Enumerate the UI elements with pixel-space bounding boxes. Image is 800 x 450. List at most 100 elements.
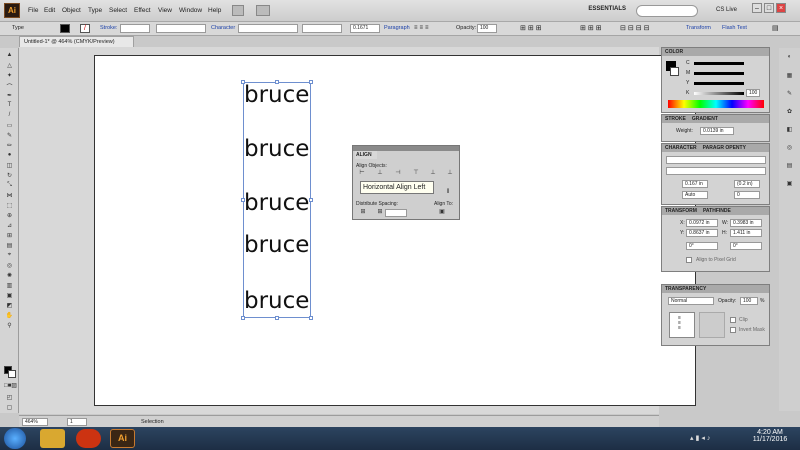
- zoom-field[interactable]: 464%: [22, 418, 48, 426]
- vertical-align-center-icon[interactable]: ⊥: [428, 169, 438, 178]
- rotate-tool-icon[interactable]: ↻: [4, 172, 15, 181]
- magic-wand-tool-icon[interactable]: ✦: [4, 72, 15, 81]
- workspace-switcher[interactable]: ESSENTIALS: [578, 6, 626, 17]
- selection-tool-icon[interactable]: ▲: [4, 52, 15, 61]
- mask-thumbnail[interactable]: [699, 312, 725, 338]
- artboard[interactable]: [94, 55, 696, 406]
- distribute-vertical-space-icon[interactable]: ⊞: [358, 208, 368, 217]
- eraser-tool-icon[interactable]: ◫: [4, 162, 15, 171]
- stroke-color-icon[interactable]: [670, 67, 679, 76]
- opacity-field[interactable]: 100: [740, 297, 758, 305]
- distribute-buttons[interactable]: ⊞⊞⊞: [580, 24, 620, 34]
- zoom-tool-icon[interactable]: ⚲: [4, 322, 15, 331]
- color-spectrum[interactable]: [668, 100, 764, 108]
- variable-width-field[interactable]: [156, 24, 206, 33]
- menu-window[interactable]: Window: [179, 7, 202, 14]
- w-field[interactable]: 0.3983 in: [730, 219, 762, 227]
- graphic-styles-icon[interactable]: ◧: [784, 126, 795, 135]
- stroke-swatch[interactable]: /: [80, 24, 90, 33]
- document-tab[interactable]: Untitled-1* @ 464% (CMYK/Preview): [19, 36, 134, 47]
- font-family-field[interactable]: [238, 24, 298, 33]
- transparency-title[interactable]: TRANSPARENCY: [662, 285, 769, 293]
- menu-file[interactable]: File: [28, 7, 38, 14]
- menu-type[interactable]: Type: [88, 7, 102, 14]
- pen-tool-icon[interactable]: ✒: [4, 92, 15, 101]
- drawing-mode-icon[interactable]: ◰: [4, 394, 15, 403]
- menu-view[interactable]: View: [158, 7, 172, 14]
- layers-icon[interactable]: ▤: [784, 162, 795, 171]
- y-field[interactable]: 0.8637 in: [686, 229, 718, 237]
- h-field[interactable]: 1.411 in: [730, 229, 762, 237]
- black-slider[interactable]: [694, 92, 744, 95]
- horizontal-align-left-icon[interactable]: ⊢: [357, 169, 367, 178]
- artboard-tool-icon[interactable]: ▣: [4, 292, 15, 301]
- paragraph-link[interactable]: Paragraph: [384, 25, 410, 31]
- perspective-grid-tool-icon[interactable]: ⊿: [4, 222, 15, 231]
- x-field[interactable]: 0.0972 in: [686, 219, 718, 227]
- resize-handle[interactable]: [309, 80, 313, 84]
- tracking-field[interactable]: 0: [734, 191, 760, 199]
- align-tab[interactable]: ALIGN: [355, 151, 377, 159]
- resize-handle[interactable]: [309, 198, 313, 202]
- horizontal-align-center-icon[interactable]: ⊥: [375, 169, 385, 178]
- start-button[interactable]: [4, 428, 26, 449]
- resize-handle[interactable]: [241, 80, 245, 84]
- stroke-weight-field[interactable]: [120, 24, 150, 33]
- menu-effect[interactable]: Effect: [134, 7, 151, 14]
- kerning-field[interactable]: Auto: [682, 191, 708, 199]
- gradient-tool-icon[interactable]: ▤: [4, 242, 15, 251]
- clip-checkbox[interactable]: [730, 317, 736, 323]
- font-size-field[interactable]: 0.167 in: [682, 180, 708, 188]
- weight-field[interactable]: 0.0139 in: [700, 127, 734, 135]
- close-icon[interactable]: ×: [776, 3, 786, 13]
- resize-handle[interactable]: [275, 80, 279, 84]
- paintbrush-tool-icon[interactable]: ✎: [4, 132, 15, 141]
- eyedropper-tool-icon[interactable]: ⌖: [4, 252, 15, 261]
- blend-mode-select[interactable]: Normal: [668, 297, 714, 305]
- shear-field[interactable]: 0°: [730, 242, 762, 250]
- shape-builder-tool-icon[interactable]: ⊕: [4, 212, 15, 221]
- free-transform-tool-icon[interactable]: ⬚: [4, 202, 15, 211]
- character-tab[interactable]: CHARACTER: [665, 145, 697, 151]
- vertical-align-top-icon[interactable]: ⊤: [411, 169, 421, 178]
- align-to-selection-icon[interactable]: ▣: [437, 208, 447, 217]
- selection-bounding-box[interactable]: [243, 82, 311, 318]
- file-explorer-icon[interactable]: [40, 429, 65, 448]
- leading-field[interactable]: (0.2 in): [734, 180, 760, 188]
- vertical-align-bottom-icon[interactable]: ⊥: [445, 169, 455, 178]
- blend-tool-icon[interactable]: ◎: [4, 262, 15, 271]
- resize-handle[interactable]: [241, 198, 245, 202]
- transform-tab[interactable]: TRANSFORM: [665, 208, 697, 214]
- width-tool-icon[interactable]: ⋈: [4, 192, 15, 201]
- character-link[interactable]: Character: [211, 25, 235, 31]
- magenta-slider[interactable]: [694, 72, 744, 75]
- more-align-buttons[interactable]: ⊟⊟⊟⊟: [620, 24, 680, 34]
- brushes-icon[interactable]: ✎: [784, 90, 795, 99]
- font-size-field[interactable]: 0.1671: [350, 24, 380, 33]
- cyan-slider[interactable]: [694, 62, 744, 65]
- yellow-slider[interactable]: [694, 82, 744, 85]
- appearance-icon[interactable]: ◎: [784, 144, 795, 153]
- clock[interactable]: 4:20 AM 11/17/2016: [740, 429, 800, 443]
- restore-icon[interactable]: □: [764, 3, 774, 13]
- mesh-tool-icon[interactable]: ⊞: [4, 232, 15, 241]
- opera-browser-icon[interactable]: [76, 429, 101, 448]
- lasso-tool-icon[interactable]: ⌒: [4, 82, 15, 91]
- color-mode-icons[interactable]: □■▨: [4, 382, 17, 391]
- slice-tool-icon[interactable]: ◩: [4, 302, 15, 311]
- search-input[interactable]: [636, 5, 698, 17]
- swatches-icon[interactable]: ▦: [784, 72, 795, 81]
- menu-help[interactable]: Help: [208, 7, 221, 14]
- cs-live[interactable]: CS Live: [716, 7, 737, 13]
- bridge-icon[interactable]: [232, 5, 244, 16]
- resize-handle[interactable]: [309, 316, 313, 320]
- font-style-field[interactable]: [666, 167, 766, 175]
- distribute-horizontal-space-icon[interactable]: ⊞: [375, 208, 385, 217]
- resize-handle[interactable]: [241, 316, 245, 320]
- fill-swatch[interactable]: [60, 24, 70, 33]
- pathfinder-tab[interactable]: PATHFINDE: [703, 208, 731, 214]
- hand-tool-icon[interactable]: ✋: [4, 312, 15, 321]
- symbol-sprayer-tool-icon[interactable]: ✺: [4, 272, 15, 281]
- menu-edit[interactable]: Edit: [44, 7, 55, 14]
- paragraph-opentype-tab[interactable]: PARAGR OPENTY: [703, 145, 746, 151]
